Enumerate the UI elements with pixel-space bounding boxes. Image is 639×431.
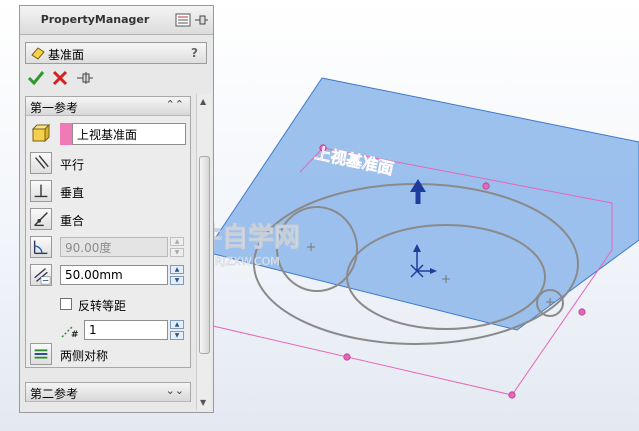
reference-selection-row: 上视基准面 xyxy=(30,123,190,145)
svg-text:#: # xyxy=(71,330,79,339)
keep-visible-pin-icon[interactable] xyxy=(75,69,95,87)
angle-row: ▲ ▼ xyxy=(30,236,190,258)
coincident-label: 重合 xyxy=(60,214,85,228)
property-manager-panel: PropertyManager 基准面 ? 第一参考 ⌃⌃ 上视基准面 平行 垂… xyxy=(19,5,214,413)
cancel-button[interactable] xyxy=(51,69,69,87)
parallel-icon[interactable] xyxy=(30,152,52,174)
scroll-thumb[interactable] xyxy=(199,156,210,354)
mid-plane-option[interactable]: 两侧对称 xyxy=(30,343,190,365)
second-reference-group: 第二参考 ⌄⌄ xyxy=(25,382,191,402)
offset-distance-spinner[interactable]: ▲ ▼ xyxy=(170,265,184,285)
offset-distance-row: ▲ ▼ xyxy=(30,264,190,286)
instance-count-spinner[interactable]: ▲ ▼ xyxy=(170,320,184,340)
scroll-up-icon[interactable]: ▲ xyxy=(200,97,206,106)
action-buttons xyxy=(25,68,207,90)
mid-plane-label: 两侧对称 xyxy=(60,349,109,363)
collapse-up-icon[interactable]: ⌃⌃ xyxy=(166,98,184,111)
panel-scroll-area[interactable]: 第一参考 ⌃⌃ 上视基准面 平行 垂直 重合 90.00度 ▲ ▼ 50.00m… xyxy=(23,94,211,410)
face-selection-icon xyxy=(31,123,51,143)
panel-options-icon[interactable] xyxy=(175,13,191,27)
angle-spinner: ▲ ▼ xyxy=(170,237,184,257)
feature-name: 基准面 xyxy=(48,48,85,62)
angle-input xyxy=(60,237,168,257)
spin-up-icon[interactable]: ▲ xyxy=(170,320,184,329)
help-button[interactable]: ? xyxy=(191,46,198,60)
perpendicular-option[interactable]: 垂直 xyxy=(30,180,190,202)
scrollbar[interactable]: ▲ ▼ xyxy=(196,94,211,410)
spin-down-icon[interactable]: ▼ xyxy=(170,331,184,340)
pin-icon[interactable] xyxy=(195,15,208,25)
header-icons xyxy=(175,12,209,28)
flip-offset-label: 反转等距 xyxy=(78,299,127,313)
parallel-option[interactable]: 平行 xyxy=(30,152,190,174)
angle-icon[interactable] xyxy=(30,236,52,258)
perpendicular-icon[interactable] xyxy=(30,180,52,202)
mid-plane-icon[interactable] xyxy=(30,343,52,365)
panel-title: PropertyManager xyxy=(40,13,150,26)
group-title: 第一参考 xyxy=(30,101,79,115)
second-reference-header[interactable]: 第二参考 ⌄⌄ xyxy=(26,383,190,402)
scroll-down-icon[interactable]: ▼ xyxy=(200,398,206,407)
plane-feature-icon xyxy=(31,47,45,60)
top-plane[interactable] xyxy=(205,77,639,331)
spin-up-icon[interactable]: ▲ xyxy=(170,265,184,274)
expand-down-icon[interactable]: ⌄⌄ xyxy=(166,384,184,397)
first-reference-group: 第一参考 ⌃⌃ 上视基准面 平行 垂直 重合 90.00度 ▲ ▼ 50.00m… xyxy=(25,96,191,368)
ok-button[interactable] xyxy=(27,69,45,87)
panel-header: PropertyManager xyxy=(20,6,213,35)
perpendicular-label: 垂直 xyxy=(60,186,85,200)
selection-color-swatch xyxy=(60,123,72,145)
parallel-label: 平行 xyxy=(60,158,85,172)
instance-count-icon: # xyxy=(61,326,79,339)
coincident-icon[interactable] xyxy=(30,208,52,230)
instance-count-input[interactable] xyxy=(84,320,168,340)
selected-reference: 上视基准面 xyxy=(77,128,138,142)
flip-offset-checkbox[interactable] xyxy=(60,298,72,310)
coincident-option[interactable]: 重合 xyxy=(30,208,190,230)
offset-distance-icon[interactable] xyxy=(30,264,52,286)
flip-offset-row[interactable]: 反转等距 xyxy=(30,293,190,315)
offset-distance-input[interactable] xyxy=(60,265,168,285)
instance-count-row: # ▲ ▼ xyxy=(30,319,190,341)
feature-title-bar: 基准面 ? xyxy=(25,42,207,64)
group-title: 第二参考 xyxy=(30,387,79,401)
reference-selection-box[interactable]: 上视基准面 xyxy=(72,123,186,145)
spin-down-icon[interactable]: ▼ xyxy=(170,276,184,285)
first-reference-header[interactable]: 第一参考 ⌃⌃ xyxy=(26,97,190,116)
